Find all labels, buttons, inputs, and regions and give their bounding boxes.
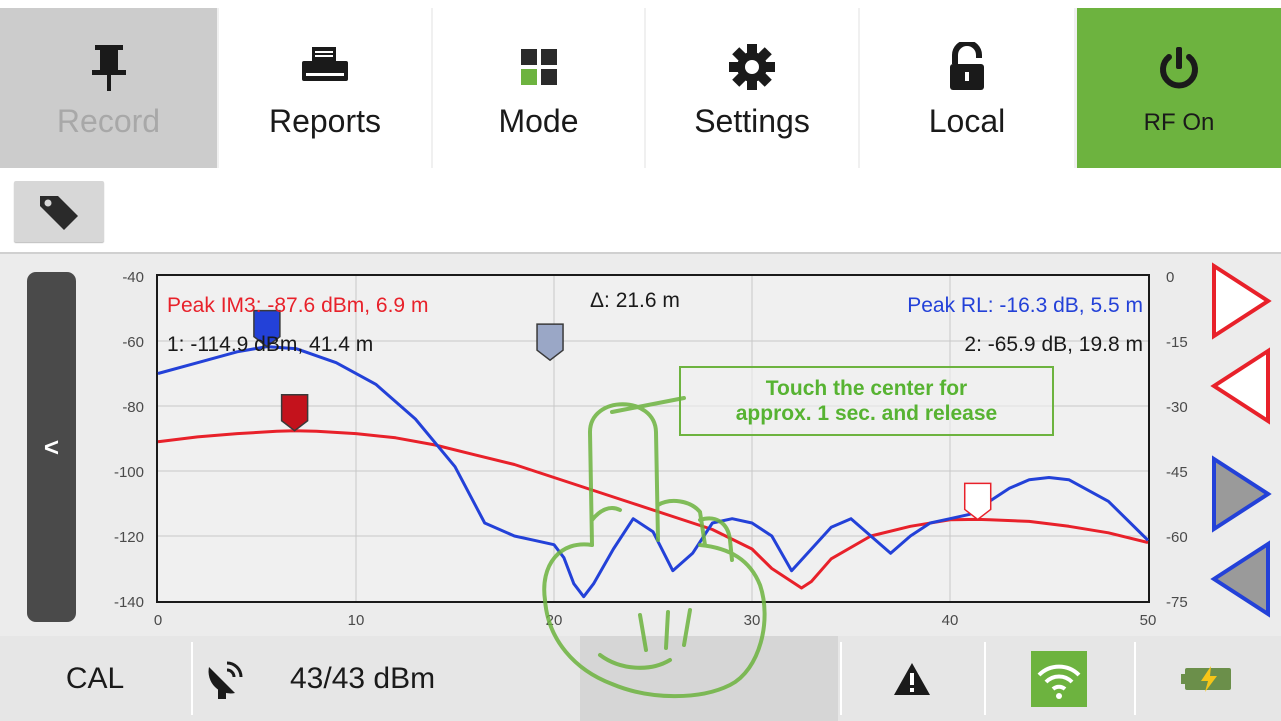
im3-marker-next-button[interactable] xyxy=(1212,262,1272,340)
x-tick-label: 50 xyxy=(1140,612,1157,629)
battery-charging-icon xyxy=(1180,665,1231,692)
status-slot-center xyxy=(580,636,838,721)
top-toolbar: Record Reports Mode Settings Local RF On xyxy=(0,8,1281,168)
wifi-icon xyxy=(1031,650,1087,707)
dtf-chart[interactable]: 0 10 20 30 40 50 -40 -60 -80 -100 -120 -140 0 -15 -30 -… xyxy=(0,254,1281,636)
y-tick-label: -60 xyxy=(122,334,144,351)
rf-on-button[interactable]: RF On xyxy=(1077,8,1281,168)
cal-button[interactable]: CAL xyxy=(0,636,190,721)
x-tick-label: 0 xyxy=(154,612,162,629)
cal-label: CAL xyxy=(65,661,125,695)
reports-label: Reports xyxy=(268,102,382,139)
power-reading: 43/43 dBm xyxy=(290,636,530,721)
y-tick-label: -40 xyxy=(122,269,144,286)
rl-marker-next-button[interactable] xyxy=(1212,455,1272,533)
y2-tick-label: -30 xyxy=(1166,399,1188,416)
reports-button[interactable]: Reports xyxy=(219,8,431,168)
warning-icon xyxy=(894,662,930,695)
x-tick-label: 10 xyxy=(348,612,365,629)
status-bar: CAL 43/43 dBm xyxy=(0,636,1281,721)
local-label: Local xyxy=(928,102,1006,139)
tip-line-2: approx. 1 sec. and release xyxy=(735,402,998,425)
x-tick-label: 40 xyxy=(942,612,959,629)
warning-button[interactable] xyxy=(842,636,982,721)
rl-marker-prev-button[interactable] xyxy=(1210,540,1270,618)
y-tick-label: -80 xyxy=(122,399,144,416)
delta-readout: Δ: 21.6 m xyxy=(590,289,680,312)
y2-tick-label: -45 xyxy=(1166,464,1188,481)
tag-button[interactable] xyxy=(14,181,104,242)
gear-icon xyxy=(722,37,782,97)
printer-icon xyxy=(295,37,355,97)
marker1-readout: 1: -114.9 dBm, 41.4 m xyxy=(167,333,373,356)
local-button[interactable]: Local xyxy=(860,8,1074,168)
plot-area xyxy=(156,274,1150,603)
wifi-button[interactable] xyxy=(986,636,1132,721)
grid-icon xyxy=(509,37,569,97)
satellite-dish-icon xyxy=(195,636,255,721)
y-tick-label: -100 xyxy=(114,464,144,481)
y-tick-label: -140 xyxy=(114,594,144,611)
touch-instruction-box: Touch the center for approx. 1 sec. and … xyxy=(679,366,1054,436)
unlock-icon xyxy=(937,37,997,97)
mode-label: Mode xyxy=(498,102,579,139)
separator xyxy=(191,642,193,715)
y2-tick-label: -60 xyxy=(1166,529,1188,546)
marker2-readout: 2: -65.9 dB, 19.8 m xyxy=(964,333,1143,356)
tag-icon xyxy=(40,195,78,230)
y-tick-label: -120 xyxy=(114,529,144,546)
power-icon xyxy=(1149,39,1209,99)
record-button[interactable]: Record xyxy=(0,8,217,168)
tip-line-1: Touch the center for xyxy=(765,377,968,400)
y2-tick-label: 0 xyxy=(1166,269,1174,286)
im3-marker-prev-button[interactable] xyxy=(1210,347,1270,425)
battery-status xyxy=(1136,636,1281,721)
settings-button[interactable]: Settings xyxy=(646,8,858,168)
pushpin-icon xyxy=(79,37,139,97)
power-reading-text: 43/43 dBm xyxy=(290,661,436,695)
rf-on-label: RF On xyxy=(1143,109,1215,136)
peak-im3-readout: Peak IM3: -87.6 dBm, 6.9 m xyxy=(167,294,428,317)
peak-rl-readout: Peak RL: -16.3 dB, 5.5 m xyxy=(907,294,1143,317)
record-label: Record xyxy=(56,102,161,139)
y2-tick-label: -75 xyxy=(1166,594,1188,611)
mode-button[interactable]: Mode xyxy=(433,8,644,168)
app-window: Record Reports Mode Settings Local RF On… xyxy=(0,0,1281,721)
x-tick-label: 30 xyxy=(744,612,761,629)
y2-tick-label: -15 xyxy=(1166,334,1188,351)
x-tick-label: 20 xyxy=(546,612,563,629)
settings-label: Settings xyxy=(694,102,810,139)
